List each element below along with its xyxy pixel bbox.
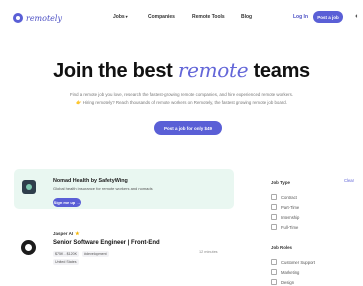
chevron-down-icon: ▾	[125, 14, 128, 19]
filter-option-label: Customer Support	[281, 259, 315, 265]
checkbox[interactable]	[271, 259, 277, 265]
checkbox[interactable]	[271, 204, 277, 210]
promo-title: Nomad Health by SafetyWing	[53, 178, 128, 184]
filter-option-part-time[interactable]: Part-Time	[271, 204, 299, 210]
nav-link-jobs[interactable]: Jobs▾	[113, 14, 128, 20]
job-tags: $75K - $120K #development	[53, 251, 109, 257]
promo-description: Global health insurance for remote worke…	[53, 186, 153, 191]
hero-title-end: teams	[253, 60, 311, 82]
hero-title: Join the best remote teams	[0, 58, 363, 83]
company-name-text: Jasper AI	[53, 231, 74, 236]
post-job-button[interactable]: Post a job	[313, 11, 343, 23]
filter-option-label: Contract	[281, 194, 297, 200]
filter-option-customer-support[interactable]: Customer Support	[271, 259, 315, 265]
filter-option-label: Internship	[281, 214, 300, 220]
filter-option-label: Part-Time	[281, 204, 300, 210]
location-tag: United States	[53, 259, 79, 265]
filter-option-marketing[interactable]: Marketing	[271, 269, 299, 275]
job-roles-heading: Job Roles	[271, 245, 292, 250]
job-listing[interactable]: Jasper AI ★ Senior Software Engineer | Fr…	[14, 226, 234, 276]
filter-option-internship[interactable]: Internship	[271, 214, 299, 220]
hero-post-job-button[interactable]: Post a job for only $49	[154, 121, 222, 135]
checkbox[interactable]	[271, 214, 277, 220]
checkbox[interactable]	[271, 224, 277, 230]
company-name: Jasper AI ★	[53, 231, 80, 237]
nav-link-remote-tools[interactable]: Remote Tools	[192, 14, 225, 20]
filter-option-full-time[interactable]: Full-Time	[271, 224, 298, 230]
clear-filters-link[interactable]: Clear	[344, 178, 354, 183]
top-nav: remotely Jobs▾ Companies Remote Tools Bl…	[0, 0, 363, 34]
safetywing-logo-icon	[22, 180, 36, 194]
checkbox[interactable]	[271, 279, 277, 285]
hero-title-highlight: remote	[177, 58, 249, 82]
logo[interactable]: remotely	[13, 12, 62, 24]
nav-link-blog[interactable]: Blog	[241, 14, 252, 20]
login-link[interactable]: Log In	[293, 14, 308, 20]
hero-subtitle-line1: Find a remote job you love, research the…	[69, 92, 294, 97]
logo-text: remotely	[26, 13, 62, 23]
checkbox[interactable]	[271, 194, 277, 200]
filters-sidebar: Job Type Clear Contract Part-Time Intern…	[262, 170, 363, 286]
nav-link-companies[interactable]: Companies	[148, 14, 175, 20]
star-icon: ★	[75, 231, 80, 237]
job-title[interactable]: Senior Software Engineer | Front-End	[53, 240, 160, 246]
company-logo-icon	[21, 240, 36, 255]
checkbox[interactable]	[271, 269, 277, 275]
job-type-heading: Job Type	[271, 180, 290, 185]
posted-time: 12 minutes	[199, 250, 218, 254]
filter-option-label: Marketing	[281, 269, 300, 275]
salary-tag: $75K - $120K	[53, 251, 79, 257]
filter-option-contract[interactable]: Contract	[271, 194, 297, 200]
theme-toggle-icon[interactable]: ◐	[355, 13, 361, 21]
filter-option-design[interactable]: Design	[271, 279, 294, 285]
filter-option-label: Full-Time	[281, 224, 299, 230]
promo-signup-button[interactable]: Sign me up →	[53, 198, 81, 207]
hero-title-start: Join the best	[53, 60, 173, 82]
hero-subtitle-line2: 👉 Hiring remotely? Reach thousands of re…	[76, 100, 287, 105]
category-tag[interactable]: #development	[81, 251, 109, 257]
logo-icon	[13, 13, 23, 23]
promo-card[interactable]: Nomad Health by SafetyWing Global health…	[14, 169, 234, 209]
filter-option-label: Design	[281, 279, 295, 285]
nav-link-label: Jobs	[113, 14, 125, 20]
